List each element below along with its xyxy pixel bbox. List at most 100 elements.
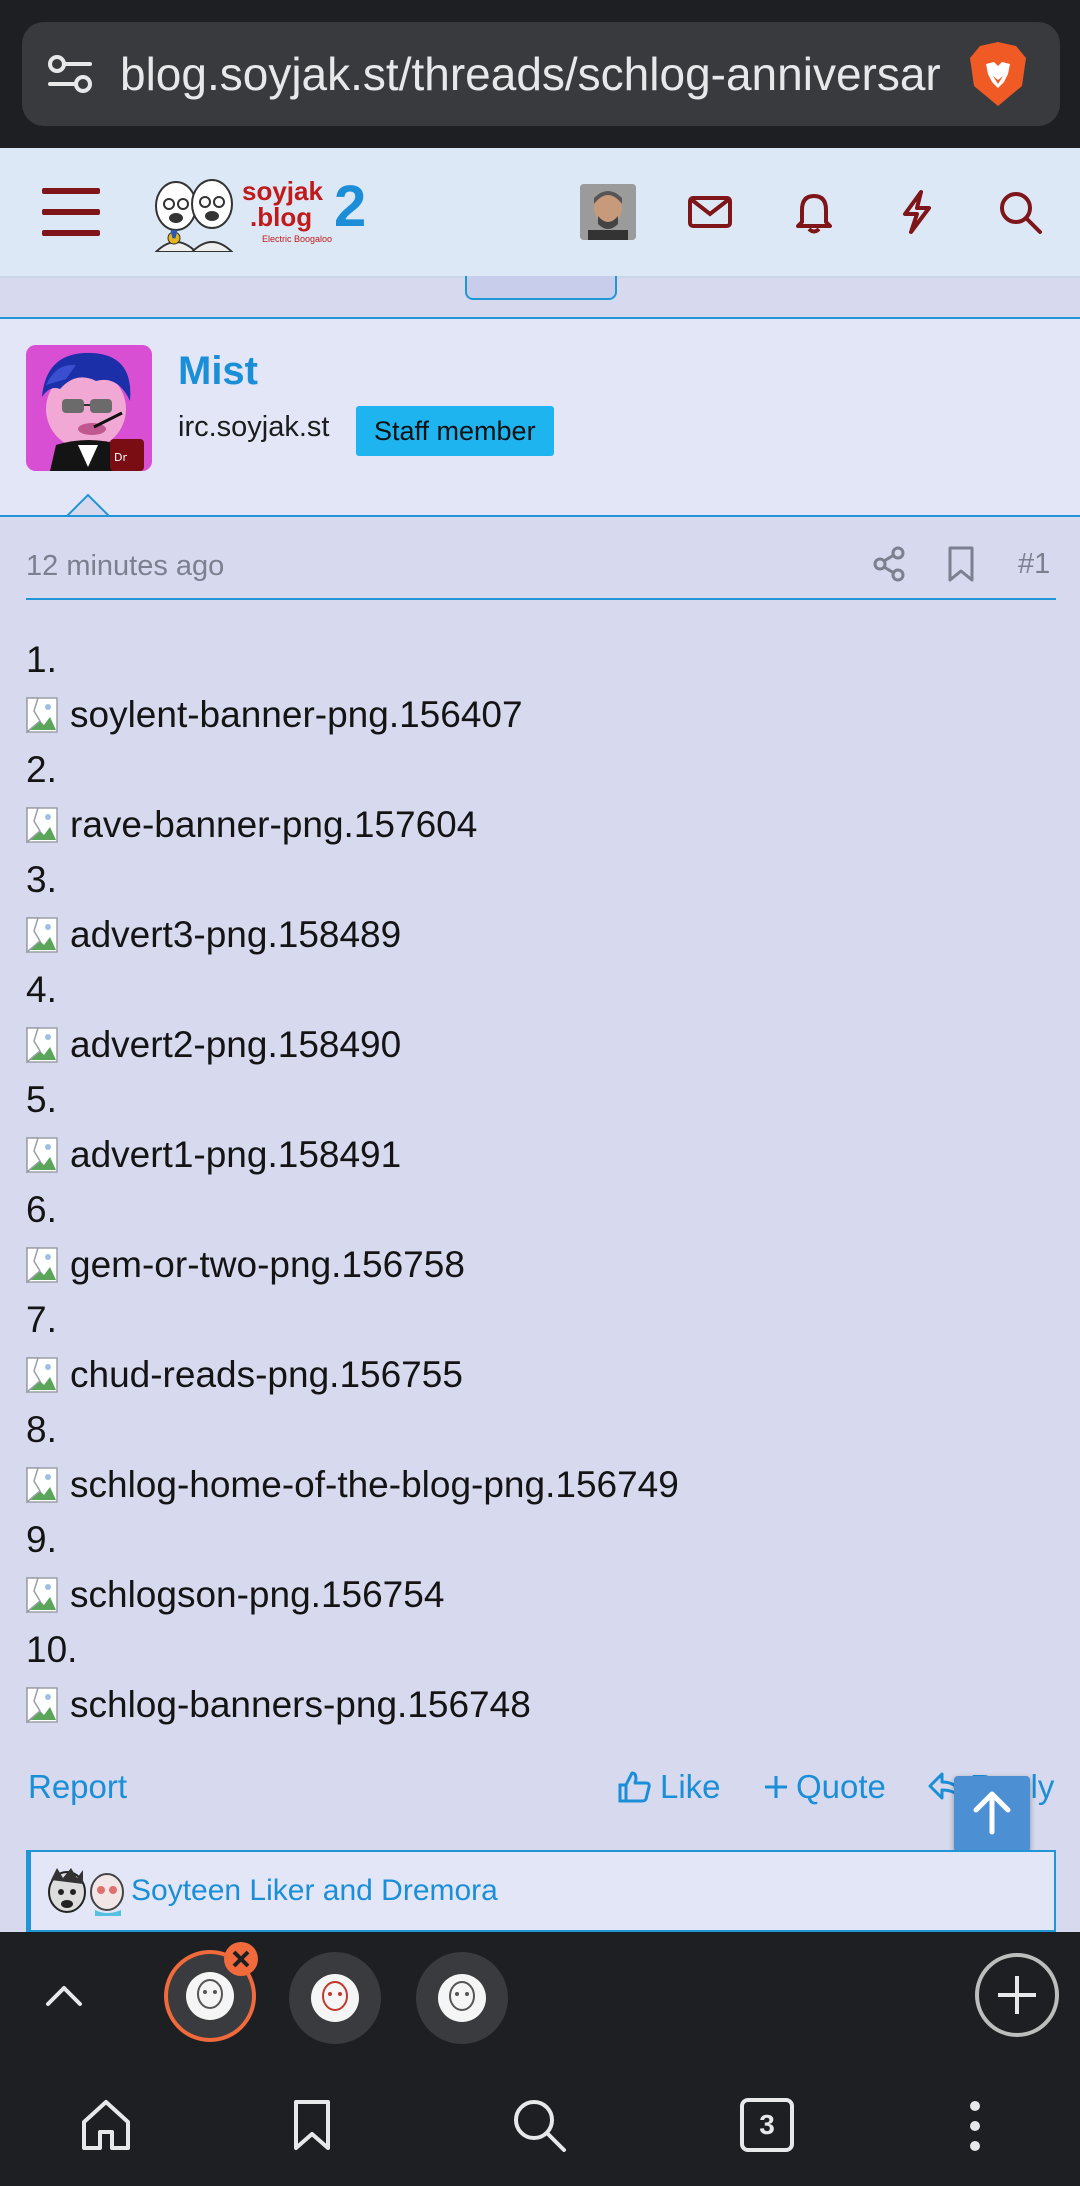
bell-icon[interactable] [790,188,838,236]
tab-switcher-button[interactable]: 3 [740,2098,794,2152]
like-label: Like [660,1768,721,1805]
staff-member-badge: Staff member [356,406,554,456]
image-filename: gem-or-two-png.156758 [70,1244,465,1285]
meta-divider [26,598,1056,600]
tab-favicon [311,1974,359,2022]
image-filename: schlog-banners-png.156748 [70,1684,531,1725]
list-item-image[interactable]: advert1-png.158491 [26,1127,1056,1182]
list-item-number: 5. [26,1079,57,1120]
svg-text:Dr: Dr [114,451,127,464]
scroll-to-top-button[interactable] [954,1776,1030,1852]
list-item-image[interactable]: schlog-home-of-the-blog-png.156749 [26,1457,1056,1512]
broken-image-icon [26,1466,58,1504]
quote-label: Quote [796,1768,886,1805]
list-item-number: 6. [26,1189,57,1230]
image-filename: rave-banner-png.157604 [70,804,478,845]
arrow-up-icon [973,1791,1011,1835]
broken-image-icon [26,1246,58,1284]
post-number[interactable]: #1 [1018,548,1050,581]
post-timestamp[interactable]: 12 minutes ago [26,550,224,583]
reaction-icons [48,1868,124,1916]
header-tab-nub [465,276,617,300]
share-icon[interactable] [872,546,906,582]
list-item-image[interactable]: advert3-png.158489 [26,907,1056,962]
search-icon[interactable] [510,2096,570,2156]
quote-button[interactable]: Quote [762,1768,886,1806]
browser-bottom-nav: 3 [0,2062,1080,2186]
list-item-number: 2. [26,749,57,790]
broken-image-icon [26,1136,58,1174]
image-filename: chud-reads-png.156755 [70,1354,463,1395]
image-filename: advert2-png.158490 [70,1024,402,1065]
broken-image-icon [26,916,58,954]
list-item-image[interactable]: rave-banner-png.157604 [26,797,1056,852]
list-item-image[interactable]: schlogson-png.156754 [26,1567,1056,1622]
broken-image-icon [26,1026,58,1064]
report-link[interactable]: Report [28,1768,127,1806]
logo-number: 2 [334,174,367,239]
list-item-number: 4. [26,969,57,1010]
chevron-up-icon[interactable] [42,1978,86,2010]
bookmarks-icon[interactable] [290,2098,334,2152]
like-button[interactable]: Like [616,1768,721,1806]
image-filename: schlogson-png.156754 [70,1574,445,1615]
user-block-divider [0,515,1080,517]
list-item-number: 3. [26,859,57,900]
logo-text-soyjak: soyjak [242,176,323,206]
brave-shields-icon[interactable] [966,40,1030,108]
menu-icon[interactable] [42,188,100,238]
avatar-photo [580,184,636,240]
logo-text-blog: .blog [250,202,313,232]
thumbs-up-icon [618,1771,651,1803]
avatar-image: Dr [26,345,152,471]
tab-favicon [438,1974,486,2022]
broken-image-icon [26,806,58,844]
address-bar[interactable]: blog.soyjak.st/threads/schlog-anniversar [22,22,1060,126]
broken-image-icon [26,1576,58,1614]
site-settings-icon[interactable] [40,44,100,104]
account-avatar[interactable] [580,184,636,240]
browser-toolbar: blog.soyjak.st/threads/schlog-anniversar [0,0,1080,148]
url-text[interactable]: blog.soyjak.st/threads/schlog-anniversar [120,47,980,101]
close-tab-icon[interactable] [222,1940,260,1978]
plus-icon [765,1776,787,1798]
list-item-number: 10. [26,1629,78,1670]
list-item-image[interactable]: advert2-png.158490 [26,1017,1056,1072]
logo-subtitle: Electric Boogaloo [262,234,333,244]
list-item-image[interactable]: schlog-banners-png.156748 [26,1677,1056,1732]
user-avatar[interactable]: Dr [26,345,152,471]
reactions-bar[interactable]: Soyteen Liker and Dremora [26,1850,1056,1932]
browser-tab-strip [0,1932,1080,2062]
list-item-number: 7. [26,1299,57,1340]
user-block-arrow [66,493,110,517]
broken-image-icon [26,696,58,734]
image-filename: advert1-png.158491 [70,1134,402,1175]
list-item-image[interactable]: soylent-banner-png.156407 [26,687,1056,742]
bookmark-icon[interactable] [946,546,976,582]
soyjak-logo-faces [154,179,234,252]
new-tab-icon[interactable] [974,1952,1060,2038]
image-filename: advert3-png.158489 [70,914,402,955]
list-item-number: 9. [26,1519,57,1560]
home-icon[interactable] [78,2098,134,2152]
user-title: irc.soyjak.st [178,411,330,443]
image-filename: soylent-banner-png.156407 [70,694,523,735]
list-item-image[interactable]: chud-reads-png.156755 [26,1347,1056,1402]
site-logo[interactable]: soyjak .blog Electric Boogaloo 2 [150,170,380,258]
more-options-icon[interactable] [960,2096,990,2156]
list-item-number: 1. [26,639,57,680]
list-item-image[interactable]: gem-or-two-png.156758 [26,1237,1056,1292]
post-author-name[interactable]: Mist [178,349,258,394]
site-header: soyjak .blog Electric Boogaloo 2 [0,148,1080,278]
post-user-block: Dr Mist irc.soyjak.st Staff member [0,319,1080,517]
post-body: 1. soylent-banner-png.156407 2. rave-banner… [26,632,1056,1732]
image-filename: schlog-home-of-the-blog-png.156749 [70,1464,679,1505]
bolt-icon[interactable] [893,188,941,236]
reactions-text[interactable]: Soyteen Liker and Dremora [131,1874,498,1908]
tab-2[interactable] [289,1952,381,2044]
broken-image-icon [26,1356,58,1394]
broken-image-icon [26,1686,58,1724]
inbox-icon[interactable] [686,188,734,236]
tab-3[interactable] [416,1952,508,2044]
search-icon[interactable] [996,188,1044,236]
